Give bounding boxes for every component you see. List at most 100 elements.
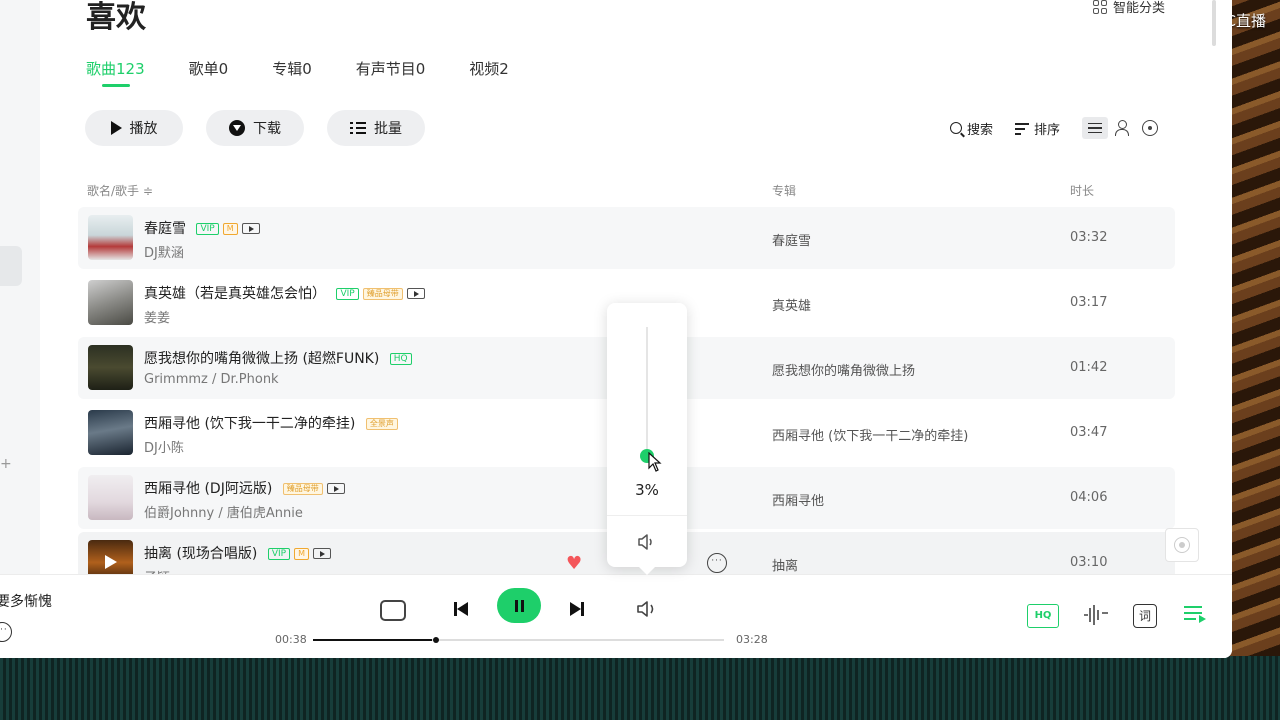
- volume-icon[interactable]: [636, 600, 660, 618]
- artist-view-icon[interactable]: [1114, 120, 1130, 136]
- volume-slider-track[interactable]: [646, 327, 648, 457]
- total-time: 03:28: [736, 633, 768, 646]
- now-playing-title[interactable]: 要多惭愧: [0, 591, 52, 611]
- list-toolbar: 搜索 排序: [950, 117, 1159, 139]
- mv-play-icon[interactable]: [241, 223, 260, 234]
- m-badge: M: [294, 548, 309, 560]
- list-check-icon: [350, 122, 366, 134]
- song-title: 西厢寻他 (饮下我一干二净的牵挂) 全景声: [144, 413, 398, 433]
- elapsed-time: 00:38: [275, 633, 307, 646]
- more-options-icon[interactable]: ···: [0, 622, 12, 642]
- page-title: 喜欢: [86, 0, 146, 35]
- divider: [607, 515, 687, 516]
- song-duration: 03:32: [1070, 230, 1108, 245]
- song-album[interactable]: 真英雄: [772, 295, 811, 314]
- song-title: 西厢寻他 (DJ阿远版) 臻品母带: [144, 478, 345, 498]
- play-icon: [110, 121, 122, 135]
- full-sound-badge: 全景声: [365, 418, 398, 430]
- video-play-icon[interactable]: [105, 555, 117, 569]
- search-icon: [950, 122, 962, 134]
- mouse-cursor-icon: [648, 452, 662, 472]
- search-button[interactable]: 搜索: [950, 119, 993, 138]
- song-title: 真英雄（若是真英雄怎会怕） VIP 臻品母带: [144, 283, 425, 303]
- song-artist[interactable]: Grimmmz / Dr.Phonk: [144, 372, 279, 387]
- song-album[interactable]: 春庭雪: [772, 230, 811, 249]
- song-album[interactable]: 西厢寻他: [772, 490, 824, 509]
- song-title: 抽离 (现场合唱版) VIP M: [144, 543, 331, 563]
- song-row[interactable]: 春庭雪 VIP M DJ默涵 春庭雪 03:32: [78, 207, 1175, 269]
- album-cover: [88, 215, 133, 260]
- tab-playlists[interactable]: 歌单0: [189, 58, 229, 79]
- grid-icon: [1093, 0, 1107, 14]
- tab-songs[interactable]: 歌曲123: [86, 58, 145, 87]
- premium-master-badge: 臻品母带: [282, 483, 323, 495]
- more-options-icon[interactable]: ···: [707, 553, 727, 573]
- mv-play-icon[interactable]: [326, 483, 345, 494]
- song-title: 愿我想你的嘴角微微上扬 (超燃FUNK) HQ: [144, 348, 412, 368]
- loop-mode-icon[interactable]: [380, 600, 406, 621]
- column-album: 专辑: [772, 184, 797, 198]
- sort-icon: [1015, 122, 1030, 135]
- column-song[interactable]: 歌名/歌手 ≑: [87, 182, 153, 199]
- list-view-icon[interactable]: [1082, 117, 1109, 139]
- quality-hq-button[interactable]: HQ: [1027, 604, 1059, 628]
- progress-thumb[interactable]: [433, 637, 440, 643]
- background-strip: [0, 656, 1280, 720]
- song-artist[interactable]: 伯爵Johnny / 唐伯虎Annie: [144, 502, 303, 521]
- song-duration: 03:10: [1070, 555, 1108, 570]
- song-title: 春庭雪 VIP M: [144, 218, 260, 238]
- song-artist[interactable]: DJ默涵: [144, 242, 184, 261]
- song-album[interactable]: 愿我想你的嘴角微微上扬: [772, 360, 915, 379]
- tab-albums[interactable]: 专辑0: [272, 58, 312, 79]
- volume-popup: 3%: [607, 303, 687, 575]
- song-duration: 03:17: [1070, 295, 1108, 310]
- playlist-queue-icon[interactable]: [1184, 606, 1206, 624]
- album-cover: [88, 280, 133, 325]
- column-duration: 时长: [1070, 184, 1095, 198]
- mv-play-icon[interactable]: [312, 548, 331, 559]
- premium-master-badge: 臻品母带: [362, 288, 403, 300]
- smart-category-button[interactable]: 智能分类: [1093, 0, 1165, 16]
- progress-bar[interactable]: [313, 637, 724, 643]
- song-album[interactable]: 抽离: [772, 555, 798, 574]
- sort-button[interactable]: 排序: [1015, 119, 1060, 138]
- m-badge: M: [222, 223, 238, 235]
- download-icon: [229, 120, 245, 136]
- vip-badge: VIP: [196, 223, 219, 235]
- download-button[interactable]: 下载: [206, 110, 304, 146]
- tab-bar: 歌曲123 歌单0 专辑0 有声节目0 视频2: [86, 58, 553, 87]
- song-artist[interactable]: 姜姜: [144, 307, 170, 326]
- album-cover: [88, 345, 133, 390]
- target-icon: [1174, 537, 1190, 553]
- vip-badge: VIP: [267, 548, 291, 560]
- play-all-button[interactable]: 播放: [85, 110, 183, 146]
- add-playlist-icon[interactable]: +: [0, 456, 12, 472]
- song-album[interactable]: 西厢寻他 (饮下我一干二净的牵挂): [772, 425, 968, 444]
- sidebar-active-item[interactable]: [0, 246, 22, 286]
- music-app-window: + 喜欢 智能分类 歌曲123 歌单0 专辑0 有声节目0 视频2 播放 下载 …: [0, 0, 1232, 658]
- sound-effect-icon[interactable]: [1082, 603, 1110, 627]
- batch-button[interactable]: 批量: [327, 110, 425, 146]
- tab-videos[interactable]: 视频2: [469, 58, 509, 79]
- song-duration: 04:06: [1070, 490, 1108, 505]
- mute-speaker-icon[interactable]: [637, 533, 657, 551]
- pause-button[interactable]: [497, 588, 541, 623]
- locate-current-button[interactable]: [1165, 528, 1199, 562]
- lyrics-button[interactable]: 词: [1133, 604, 1157, 628]
- previous-track-icon[interactable]: [454, 602, 468, 616]
- next-track-icon[interactable]: [570, 602, 584, 616]
- mv-play-icon[interactable]: [406, 288, 425, 299]
- album-view-icon[interactable]: [1142, 120, 1159, 136]
- liked-heart-icon[interactable]: ♥: [566, 553, 582, 574]
- album-cover: [88, 475, 133, 520]
- song-duration: 01:42: [1070, 360, 1108, 375]
- scrollbar[interactable]: [1212, 0, 1216, 46]
- song-duration: 03:47: [1070, 425, 1108, 440]
- progress-fill: [313, 639, 433, 641]
- sidebar: +: [0, 0, 40, 574]
- tab-audio-programs[interactable]: 有声节目0: [356, 58, 426, 79]
- hq-badge: HQ: [389, 353, 412, 365]
- song-artist[interactable]: DJ小陈: [144, 437, 184, 456]
- player-bar: 要多惭愧 ··· 00:38 03:28 HQ 词: [0, 574, 1232, 658]
- album-cover: [88, 410, 133, 455]
